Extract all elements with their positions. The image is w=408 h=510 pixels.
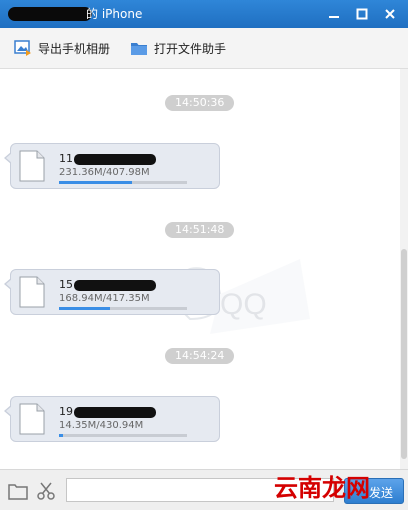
site-watermark: 云南龙网 bbox=[274, 473, 370, 502]
export-album-label: 导出手机相册 bbox=[38, 41, 111, 56]
minimize-icon bbox=[329, 16, 339, 18]
redacted-device-name bbox=[8, 7, 92, 21]
file-transfer-message[interactable]: 19 14.35M/430.94M bbox=[4, 396, 220, 442]
folder-icon bbox=[131, 43, 147, 55]
progress-fill bbox=[59, 181, 132, 184]
redacted-file-name bbox=[74, 406, 156, 418]
file-name: 11 bbox=[59, 152, 156, 165]
timestamp: 14:54:24 bbox=[165, 348, 235, 364]
open-file-helper-label: 打开文件助手 bbox=[154, 41, 227, 56]
transfer-progress-text: 231.36M/407.98M bbox=[59, 167, 150, 178]
maximize-button[interactable] bbox=[350, 4, 374, 24]
export-album-button[interactable]: 导出手机相册 bbox=[14, 38, 110, 58]
scissors-icon[interactable] bbox=[36, 482, 56, 500]
chat-area: QQ 14:50:36 11 231.36M/407.98M 14:51:48 … bbox=[0, 69, 400, 469]
file-name: 15 bbox=[59, 278, 156, 291]
window-title: 的 iPhone bbox=[4, 0, 142, 28]
progress-bar bbox=[59, 434, 187, 437]
progress-fill bbox=[59, 434, 63, 437]
close-icon bbox=[385, 9, 395, 19]
transfer-progress-text: 14.35M/430.94M bbox=[59, 420, 144, 431]
file-transfer-message[interactable]: 11 231.36M/407.98M bbox=[4, 143, 220, 189]
timestamp: 14:51:48 bbox=[165, 222, 235, 238]
open-file-helper-button[interactable]: 打开文件助手 bbox=[130, 38, 226, 58]
transfer-progress-text: 168.94M/417.35M bbox=[59, 293, 150, 304]
close-button[interactable] bbox=[378, 4, 402, 24]
toolbar: 导出手机相册 打开文件助手 bbox=[0, 28, 408, 69]
progress-bar bbox=[59, 307, 187, 310]
minimize-button[interactable] bbox=[322, 4, 346, 24]
timestamp: 14:50:36 bbox=[165, 95, 235, 111]
title-bar: 的 iPhone bbox=[0, 0, 408, 28]
redacted-file-name bbox=[74, 153, 156, 165]
progress-bar bbox=[59, 181, 187, 184]
file-transfer-message[interactable]: 15 168.94M/417.35M bbox=[4, 269, 220, 315]
svg-text:QQ: QQ bbox=[220, 288, 267, 321]
progress-fill bbox=[59, 307, 111, 310]
file-icon bbox=[19, 276, 45, 308]
file-icon bbox=[19, 150, 45, 182]
photo-export-icon bbox=[14, 40, 31, 56]
chat-scrollbar[interactable] bbox=[400, 69, 408, 469]
folder-icon[interactable] bbox=[8, 482, 28, 500]
send-label: 发送 bbox=[368, 486, 393, 500]
scrollbar-thumb[interactable] bbox=[401, 249, 407, 459]
redacted-file-name bbox=[74, 279, 156, 291]
maximize-icon bbox=[356, 8, 368, 20]
file-icon bbox=[19, 403, 45, 435]
file-name: 19 bbox=[59, 405, 156, 418]
